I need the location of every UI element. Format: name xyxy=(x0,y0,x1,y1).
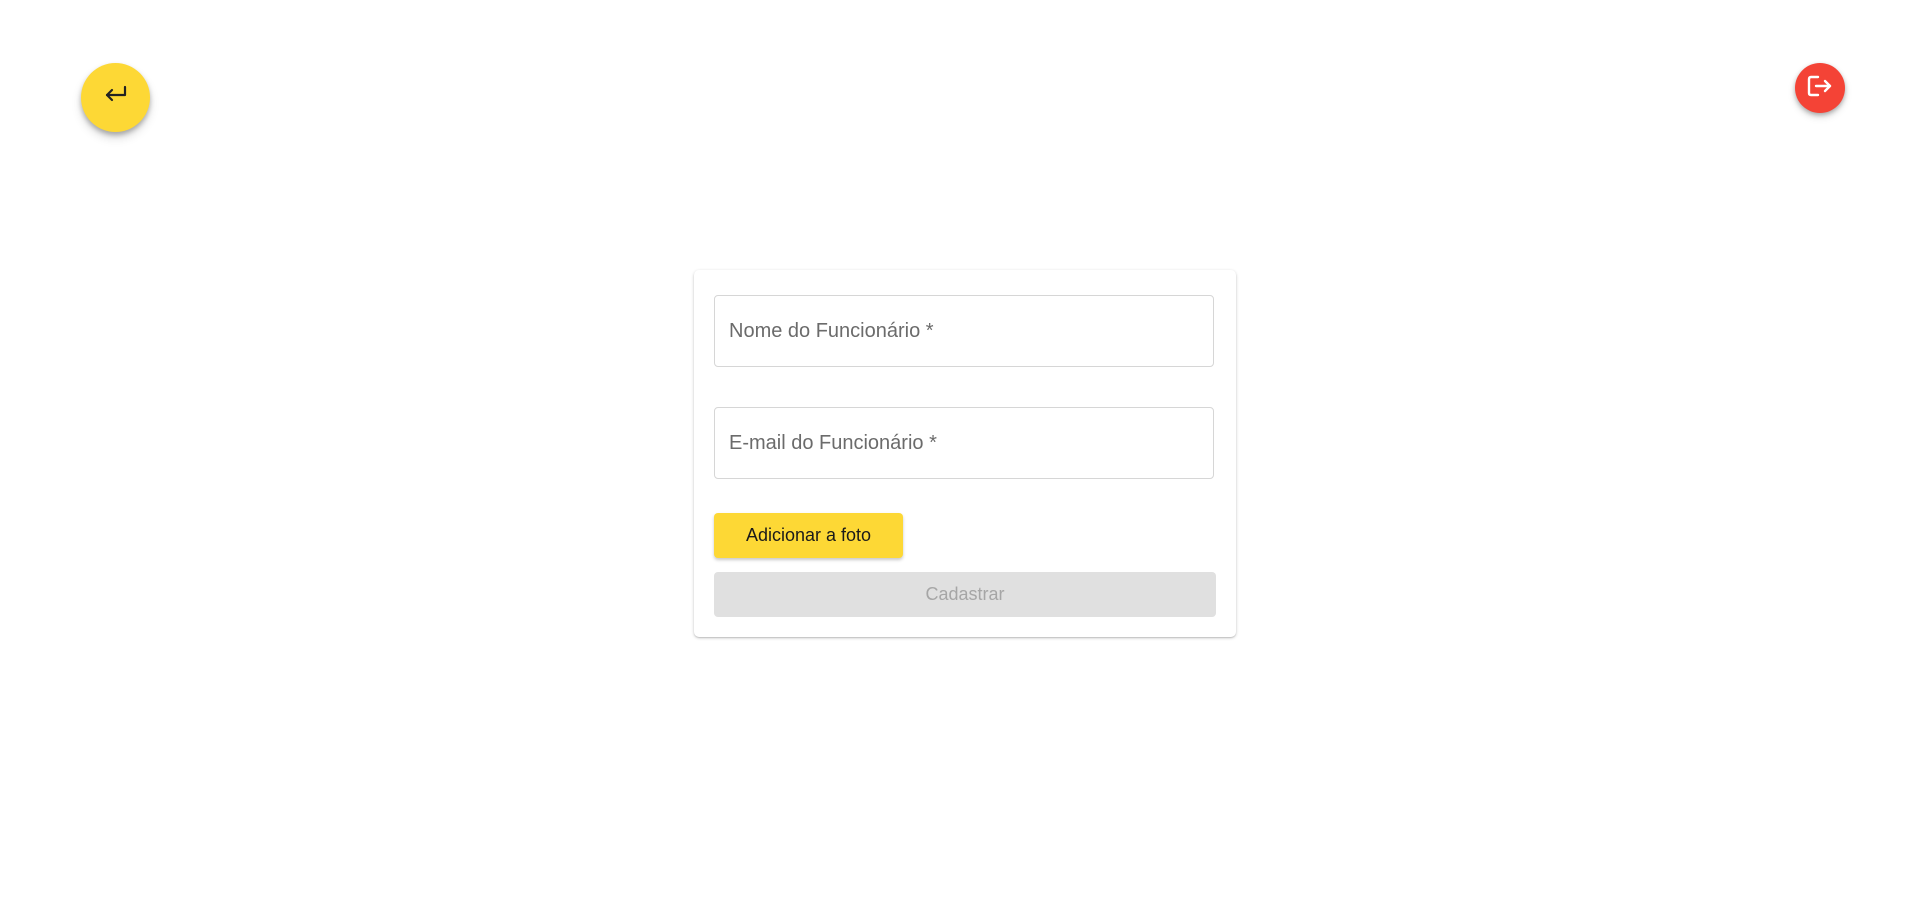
add-photo-button[interactable]: Adicionar a foto xyxy=(714,513,903,558)
back-button[interactable] xyxy=(81,63,150,132)
employee-name-field[interactable]: Nome do Funcionário * xyxy=(714,295,1214,367)
register-button[interactable]: Cadastrar xyxy=(714,572,1216,617)
return-arrow-icon xyxy=(103,85,129,110)
employee-form-card: Nome do Funcionário * E-mail do Funcioná… xyxy=(694,270,1236,637)
employee-email-field[interactable]: E-mail do Funcionário * xyxy=(714,407,1214,479)
logout-icon xyxy=(1806,74,1834,103)
employee-email-label: E-mail do Funcionário * xyxy=(729,431,937,454)
employee-name-label: Nome do Funcionário * xyxy=(729,319,934,342)
logout-button[interactable] xyxy=(1795,63,1845,113)
